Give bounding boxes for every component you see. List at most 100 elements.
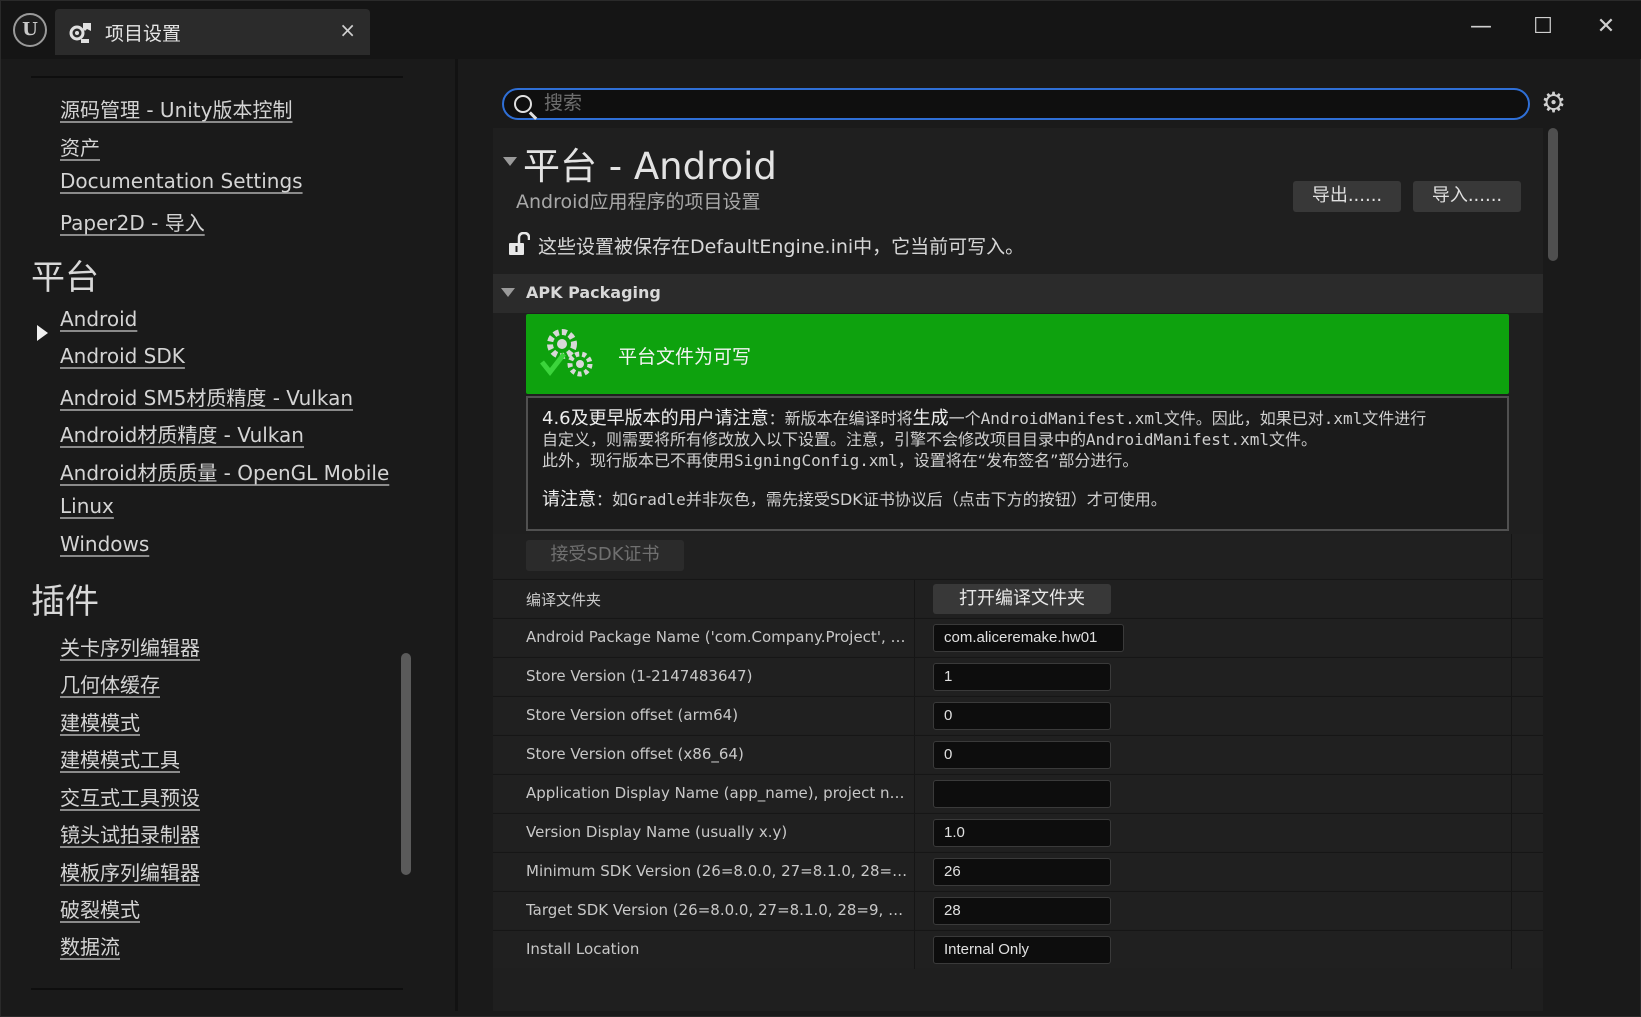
row-divider	[1511, 658, 1512, 696]
search-input[interactable]	[544, 92, 1504, 116]
column-divider[interactable]	[914, 931, 915, 969]
install-location-dropdown[interactable]: Internal Only	[933, 936, 1111, 964]
property-label: Store Version offset (arm64)	[526, 706, 739, 724]
sidebar-item-android-sdk[interactable]: Android SDK	[60, 344, 185, 368]
table-row: Store Version (1-2147483647) 1	[493, 657, 1543, 696]
table-row: Android Package Name ('com.Company.Proje…	[493, 618, 1543, 657]
sidebar-item-android-material-vulkan[interactable]: Android材质精度 - Vulkan	[60, 419, 304, 448]
row-divider	[1511, 697, 1512, 735]
store-version-offset-x86-input[interactable]: 0	[933, 741, 1111, 769]
app-display-name-input[interactable]	[933, 780, 1111, 808]
store-version-offset-arm64-input[interactable]: 0	[933, 702, 1111, 730]
table-row: Minimum SDK Version (26=8.0.0, 27=8.1.0,…	[493, 852, 1543, 891]
sidebar-item-geometry-cache[interactable]: 几何体缓存	[60, 669, 160, 698]
row-divider	[1511, 619, 1512, 657]
column-divider[interactable]	[914, 775, 915, 813]
row-divider	[1511, 775, 1512, 813]
sidebar-section-platforms: 平台	[31, 258, 99, 298]
min-sdk-version-input[interactable]: 26	[933, 858, 1111, 886]
column-divider[interactable]	[914, 697, 915, 735]
unlock-icon	[509, 232, 530, 255]
row-divider	[1511, 931, 1512, 969]
minimize-button[interactable]: —	[1456, 9, 1506, 45]
column-divider[interactable]	[914, 580, 915, 618]
title-bar: U 项目设置 × — ☐ ✕	[1, 1, 1641, 59]
row-divider	[1511, 580, 1512, 618]
sidebar-item-take-recorder[interactable]: 镜头试拍录制器	[60, 819, 200, 848]
category-collapse-icon	[501, 288, 515, 297]
notice-box: 4.6及更早版本的用户请注意：新版本在编译时将生成一个AndroidManife…	[526, 396, 1509, 531]
content-scrollbar[interactable]	[1548, 128, 1558, 261]
sidebar-item-interactive-tool-presets[interactable]: 交互式工具预设	[60, 782, 200, 811]
sidebar-item-linux[interactable]: Linux	[60, 494, 114, 518]
sidebar-scrollbar[interactable]	[401, 653, 411, 875]
sidebar-item-fracture-mode[interactable]: 破裂模式	[60, 894, 140, 923]
sidebar-item-android-material-opengl[interactable]: Android材质质量 - OpenGL Mobile	[60, 457, 389, 486]
search-icon	[514, 95, 532, 113]
property-label: Application Display Name (app_name), pro…	[526, 784, 911, 802]
search-box[interactable]	[502, 88, 1530, 120]
column-divider[interactable]	[914, 892, 915, 930]
sidebar-item-template-sequence-editor[interactable]: 模板序列编辑器	[60, 857, 200, 886]
unreal-logo-icon[interactable]: U	[13, 13, 47, 47]
export-button[interactable]: 导出......	[1293, 181, 1401, 212]
sidebar-section-plugins: 插件	[31, 582, 99, 622]
accept-sdk-row: 接受SDK证书	[493, 534, 1543, 578]
import-button[interactable]: 导入......	[1413, 181, 1521, 212]
sidebar-item-assets[interactable]: 资产	[60, 132, 100, 161]
close-tab-icon[interactable]: ×	[339, 18, 356, 42]
category-apk-packaging[interactable]: APK Packaging	[493, 274, 1543, 313]
row-divider	[1511, 892, 1512, 930]
tab-project-settings[interactable]: 项目设置 ×	[55, 9, 370, 55]
version-display-name-input[interactable]: 1.0	[933, 819, 1111, 847]
settings-tab-icon	[69, 23, 91, 43]
notice-line-3: 此外，现行版本已不再使用SigningConfig.xml，设置将在“发布签名”…	[542, 451, 1139, 470]
notice-line-1: 4.6及更早版本的用户请注意：新版本在编译时将生成一个AndroidManife…	[542, 408, 1427, 429]
table-row: Store Version offset (arm64) 0	[493, 696, 1543, 735]
sidebar-item-android-sm5-vulkan[interactable]: Android SM5材质精度 - Vulkan	[60, 382, 353, 411]
sidebar-item-modeling-mode-tools[interactable]: 建模模式工具	[60, 744, 180, 773]
sidebar-item-android[interactable]: Android	[60, 307, 137, 331]
column-divider[interactable]	[914, 736, 915, 774]
property-label: Store Version offset (x86_64)	[526, 745, 744, 763]
project-settings-window: U 项目设置 × — ☐ ✕ 源码管理 - Unity版本控制 资产 Docum…	[0, 0, 1641, 1017]
sidebar-item-paper2d-import[interactable]: Paper2D - 导入	[60, 207, 205, 236]
selected-arrow-icon	[37, 325, 48, 341]
table-row: Install Location Internal Only	[493, 930, 1543, 969]
property-label: Version Display Name (usually x.y)	[526, 823, 788, 841]
sidebar-item-dataflow[interactable]: 数据流	[60, 931, 120, 960]
sidebar-top-divider	[31, 76, 403, 78]
row-divider	[1511, 814, 1512, 852]
table-row: 编译文件夹 打开编译文件夹	[493, 579, 1543, 618]
table-row: Application Display Name (app_name), pro…	[493, 774, 1543, 813]
package-name-input[interactable]: com.aliceremake.hw01	[933, 624, 1124, 652]
notice-line-4: 请注意：如Gradle并非灰色，需先接受SDK证书协议后（点击下方的按钮）才可使…	[542, 489, 1167, 510]
row-divider	[1511, 853, 1512, 891]
column-divider[interactable]	[914, 658, 915, 696]
accept-sdk-license-button[interactable]: 接受SDK证书	[526, 540, 684, 571]
column-divider[interactable]	[914, 619, 915, 657]
property-label: Android Package Name ('com.Company.Proje…	[526, 628, 911, 646]
open-build-folder-button[interactable]: 打开编译文件夹	[933, 584, 1111, 614]
collapse-arrow-icon[interactable]	[503, 157, 517, 166]
sidebar-item-windows[interactable]: Windows	[60, 532, 149, 556]
column-divider[interactable]	[914, 853, 915, 891]
settings-sidebar: 源码管理 - Unity版本控制 资产 Documentation Settin…	[7, 59, 455, 1011]
close-window-button[interactable]: ✕	[1581, 9, 1631, 45]
column-divider[interactable]	[914, 814, 915, 852]
sidebar-item-level-sequence-editor[interactable]: 关卡序列编辑器	[60, 632, 200, 661]
writable-banner: 平台文件为可写	[526, 314, 1509, 394]
sidebar-item-source-control[interactable]: 源码管理 - Unity版本控制	[60, 94, 292, 123]
gear-icon[interactable]: ⚙	[1541, 86, 1566, 119]
sidebar-item-documentation-settings[interactable]: Documentation Settings	[60, 169, 303, 193]
sidebar-item-modeling-mode[interactable]: 建模模式	[60, 707, 140, 736]
page-title: 平台 - Android	[523, 145, 777, 188]
tab-title: 项目设置	[105, 23, 182, 45]
table-row: Target SDK Version (26=8.0.0, 27=8.1.0, …	[493, 891, 1543, 930]
row-divider	[1511, 736, 1512, 774]
maximize-button[interactable]: ☐	[1518, 9, 1568, 45]
property-label: Install Location	[526, 940, 640, 958]
store-version-input[interactable]: 1	[933, 663, 1111, 691]
target-sdk-version-input[interactable]: 28	[933, 897, 1111, 925]
settings-details-panel: ⚙ 平台 - Android Android应用程序的项目设置 导出......…	[458, 59, 1638, 1011]
